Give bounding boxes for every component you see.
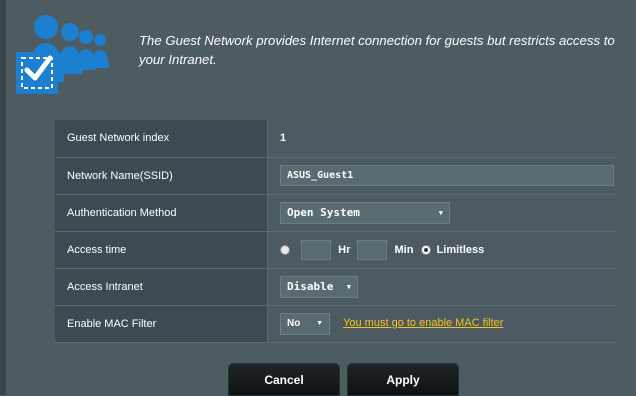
access-intranet-select[interactable]: Disable ▼ xyxy=(280,275,358,298)
row-authentication-method: Authentication Method Open System ▼ xyxy=(55,194,617,232)
guest-network-index-value: 1 xyxy=(280,132,287,145)
guest-network-panel: The Guest Network provides Internet conn… xyxy=(0,0,636,395)
cancel-button[interactable]: Cancel xyxy=(229,364,339,395)
authentication-method-value: Open System xyxy=(287,206,360,219)
enable-mac-filter-link[interactable]: You must go to enable MAC filter xyxy=(343,317,503,329)
access-time-limited-radio[interactable] xyxy=(280,244,290,255)
guest-network-description: The Guest Network provides Internet conn… xyxy=(139,33,615,67)
access-time-minutes-input[interactable] xyxy=(357,239,388,260)
label-access-time: Access time xyxy=(55,231,268,269)
label-guest-network-index: Guest Network index xyxy=(55,120,268,158)
row-access-time: Access time Hr Min Limitless xyxy=(55,231,617,269)
label-enable-mac-filter: Enable MAC Filter xyxy=(55,305,268,343)
minutes-unit-label: Min xyxy=(394,243,414,256)
row-enable-mac-filter: Enable MAC Filter No ▼ You must go to en… xyxy=(55,305,617,343)
access-time-limitless-radio[interactable] xyxy=(420,244,431,255)
label-authentication-method: Authentication Method xyxy=(55,194,268,232)
triangle-down-icon: ▼ xyxy=(346,282,351,291)
access-intranet-value: Disable xyxy=(287,280,334,293)
guest-users-check-icon xyxy=(16,15,109,94)
row-guest-network-index: Guest Network index 1 xyxy=(55,120,617,158)
enable-mac-filter-value: No xyxy=(287,318,301,329)
authentication-method-select[interactable]: Open System ▼ xyxy=(280,201,450,224)
header: The Guest Network provides Internet conn… xyxy=(6,0,636,100)
row-access-intranet: Access Intranet Disable ▼ xyxy=(55,268,617,306)
row-ssid: Network Name(SSID) ASUS_Guest1 xyxy=(55,157,617,195)
limitless-label: Limitless xyxy=(436,243,485,256)
apply-button[interactable]: Apply xyxy=(348,364,458,395)
triangle-down-icon: ▼ xyxy=(438,208,443,217)
hours-unit-label: Hr xyxy=(338,243,351,256)
triangle-down-icon: ▼ xyxy=(316,320,323,327)
label-ssid: Network Name(SSID) xyxy=(55,157,268,195)
label-access-intranet: Access Intranet xyxy=(55,268,268,306)
ssid-input[interactable]: ASUS_Guest1 xyxy=(280,165,614,186)
enable-mac-filter-select[interactable]: No ▼ xyxy=(280,312,330,335)
access-time-hours-input[interactable] xyxy=(301,239,332,260)
guest-network-settings-table: Guest Network index 1 Network Name(SSID)… xyxy=(55,120,617,343)
